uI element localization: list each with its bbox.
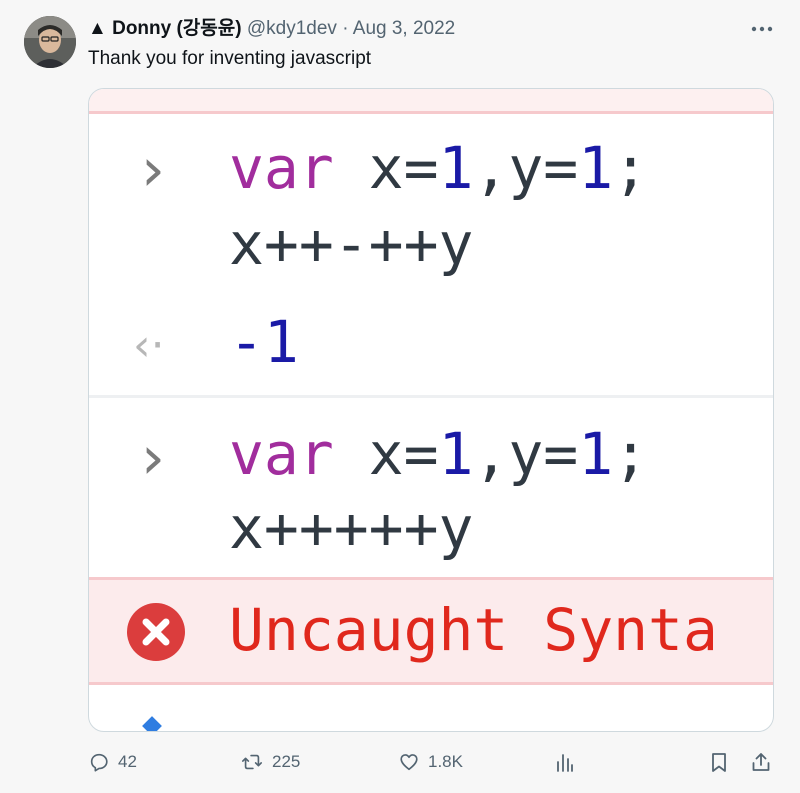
- tweet-media[interactable]: › var x=1,y=1; x++-++y ‹· -1 › var x=1,y…: [88, 88, 774, 732]
- reply-count: 42: [118, 752, 137, 771]
- retweet-icon: [242, 754, 262, 770]
- views-button[interactable]: [554, 745, 574, 779]
- console-input-line-1: var x=1,y=1;: [229, 133, 648, 203]
- console-error-text: Uncaught Synta: [229, 596, 718, 664]
- console-divider: [89, 395, 773, 398]
- input-prompt-icon: ›: [141, 423, 165, 493]
- reply-icon: [90, 753, 108, 772]
- reply-button[interactable]: 42: [88, 745, 137, 779]
- console-result-value: -1: [229, 308, 299, 376]
- retweet-button[interactable]: 225: [240, 745, 300, 779]
- number-literal: 1: [438, 420, 474, 488]
- share-icon: [752, 753, 770, 771]
- bookmark-icon: [712, 753, 726, 772]
- like-count: 1.8K: [428, 752, 463, 771]
- number-literal: 1: [438, 134, 474, 202]
- code-text: ;: [613, 420, 649, 488]
- author-name[interactable]: Donny (강동윤): [112, 18, 241, 39]
- tweet-header: ▲ Donny (강동윤) @kdy1dev · Aug 3, 2022: [88, 18, 455, 40]
- keyword-var: var: [229, 420, 334, 488]
- console-input-line-1: var x=1,y=1;: [229, 419, 648, 489]
- more-button[interactable]: [748, 16, 776, 42]
- avatar-image: [24, 16, 76, 68]
- code-text: x=: [333, 420, 439, 488]
- code-text: ,y=: [473, 134, 579, 202]
- number-literal: 1: [578, 134, 614, 202]
- analytics-icon: [557, 754, 573, 772]
- heart-icon: [400, 754, 418, 771]
- verified-icon: ▲: [88, 18, 107, 39]
- number-literal: 1: [578, 420, 614, 488]
- tweet-text: Thank you for inventing javascript: [88, 48, 372, 69]
- more-horizontal-icon: [751, 26, 773, 32]
- bookmark-button[interactable]: [709, 745, 729, 779]
- share-button[interactable]: [750, 745, 772, 779]
- result-prompt-icon: ‹·: [133, 320, 165, 371]
- header-separator: ·: [342, 18, 349, 39]
- input-prompt-icon: ›: [141, 135, 165, 205]
- code-text: x=: [333, 134, 439, 202]
- tweet[interactable]: ▲ Donny (강동윤) @kdy1dev · Aug 3, 2022 Tha…: [0, 0, 800, 793]
- next-prompt-caret: [142, 716, 162, 731]
- previous-error-strip: [89, 89, 773, 114]
- error-x-icon: [127, 603, 185, 661]
- like-button[interactable]: 1.8K: [398, 745, 463, 779]
- avatar[interactable]: [24, 16, 76, 68]
- tweet-actions: 42 225 1.8K: [88, 745, 778, 779]
- console-input-line-2: x++-++y: [229, 210, 474, 278]
- author-handle[interactable]: @kdy1dev: [247, 18, 337, 39]
- code-text: ,y=: [473, 420, 579, 488]
- keyword-var: var: [229, 134, 334, 202]
- code-text: ;: [613, 134, 649, 202]
- retweet-count: 225: [272, 752, 301, 771]
- console-input-line-2: x+++++y: [229, 494, 474, 562]
- tweet-date[interactable]: Aug 3, 2022: [353, 18, 455, 39]
